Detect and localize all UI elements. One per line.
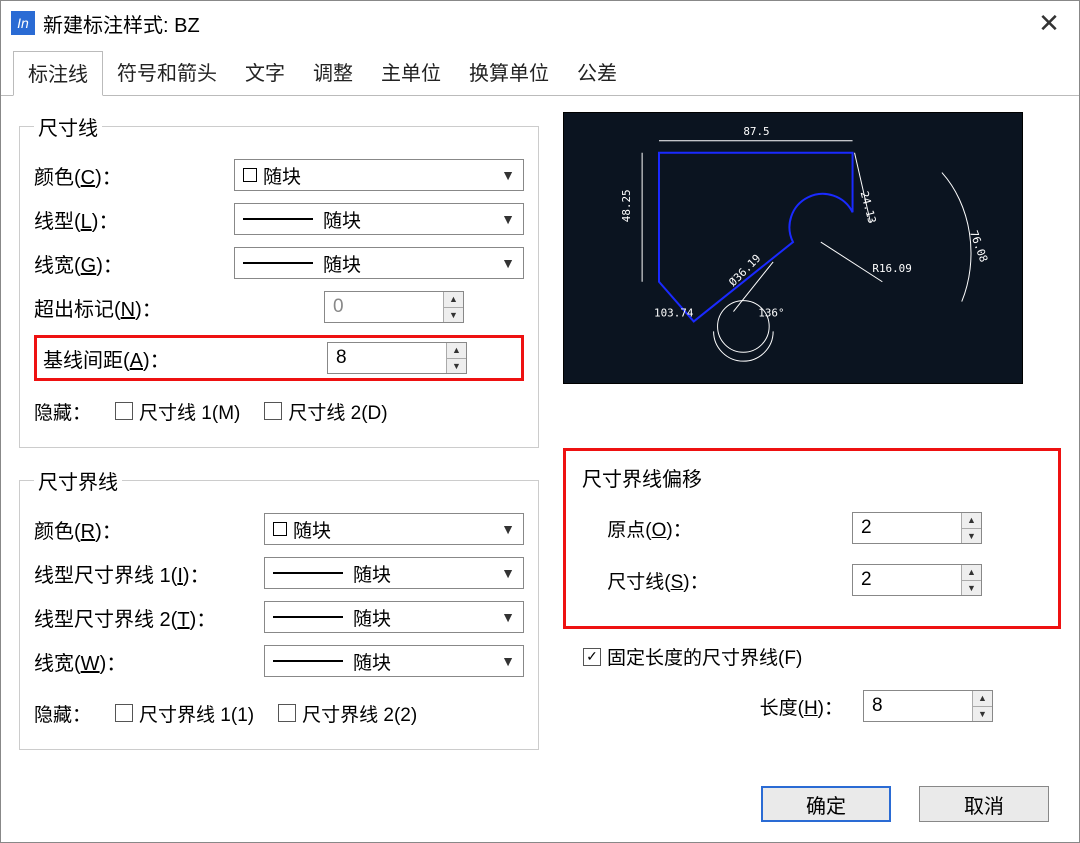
fixed-length-label: 长度(H)： [583,693,863,720]
offset-dimline-spinner[interactable]: 2 ▲▼ [852,564,982,596]
tab-primary-units[interactable]: 主单位 [367,51,455,95]
svg-text:R16.09: R16.09 [872,262,911,275]
line-sample-icon [273,660,343,662]
ext-color-combo[interactable]: 随块 ▼ [264,513,524,545]
chevron-down-icon: ▼ [501,521,515,537]
tab-tolerance[interactable]: 公差 [563,51,631,95]
checkbox-checked-icon: ✓ [583,648,601,666]
tab-symbols[interactable]: 符号和箭头 [103,51,231,95]
extend-ticks-label: 超出标记(N)： [34,293,324,322]
dimension-line-legend: 尺寸线 [34,112,102,141]
spinner-arrows[interactable]: ▲▼ [446,343,466,373]
content-area: 尺寸线 颜色(C)： 随块 ▼ 线型(L)： [1,96,1079,768]
ext-lt1-label: 线型尺寸界线 1(I)： [34,559,264,588]
spinner-arrows[interactable]: ▲▼ [443,292,463,322]
svg-text:87.5: 87.5 [743,125,769,138]
baseline-spacing-label: 基线间距(A)： [43,344,327,373]
tab-lines[interactable]: 标注线 [13,51,103,96]
extension-line-legend: 尺寸界线 [34,466,122,495]
linetype-label: 线型(L)： [34,205,234,234]
tab-strip: 标注线 符号和箭头 文字 调整 主单位 换算单位 公差 [1,51,1079,96]
extension-offset-group: 尺寸界线偏移 原点(O)： 2 ▲▼ [563,448,1061,629]
tab-text[interactable]: 文字 [231,51,299,95]
hide-extline1-checkbox[interactable]: 尺寸界线 1(1) [115,700,254,727]
chevron-down-icon: ▼ [501,653,515,669]
extension-line-group: 尺寸界线 颜色(R)： 随块 ▼ 线型尺寸界线 1(I)： [19,466,539,750]
spinner-arrows[interactable]: ▲▼ [961,565,981,595]
hide-dimline1-checkbox[interactable]: 尺寸线 1(M) [115,398,240,425]
lineweight-label: 线宽(G)： [34,249,234,278]
svg-text:24.13: 24.13 [858,190,879,225]
svg-text:48.25: 48.25 [620,189,633,222]
spinner-arrows[interactable]: ▲▼ [961,513,981,543]
ext-lw-combo[interactable]: 随块 ▼ [264,645,524,677]
dialog-window: In 新建标注样式: BZ ✕ 标注线 符号和箭头 文字 调整 主单位 换算单位… [0,0,1080,843]
chevron-down-icon: ▼ [501,211,515,227]
ext-lt2-combo[interactable]: 随块 ▼ [264,601,524,633]
ext-lt2-label: 线型尺寸界线 2(T)： [34,603,264,632]
dialog-title: 新建标注样式: BZ [43,9,200,38]
fixed-length-spinner[interactable]: 8 ▲▼ [863,690,993,722]
tab-alt-units[interactable]: 换算单位 [455,51,563,95]
hide-dimline2-checkbox[interactable]: 尺寸线 2(D) [264,398,387,425]
chevron-down-icon: ▼ [501,255,515,271]
close-icon[interactable]: ✕ [1029,3,1069,43]
line-sample-icon [273,572,343,574]
preview-pane: 87.5 48.25 24.13 R16.09 Ø36.19 136° 103.… [563,112,1023,384]
spinner-arrows[interactable]: ▲▼ [972,691,992,721]
ok-button[interactable]: 确定 [761,786,891,822]
hide-extline2-checkbox[interactable]: 尺寸界线 2(2) [278,700,417,727]
app-icon: In [11,11,35,35]
ext-color-label: 颜色(R)： [34,515,264,544]
svg-text:103.74: 103.74 [654,306,694,319]
lineweight-combo[interactable]: 随块 ▼ [234,247,524,279]
hide-label: 隐藏： [34,398,91,425]
ext-lt1-combo[interactable]: 随块 ▼ [264,557,524,589]
color-label: 颜色(C)： [34,161,234,190]
titlebar: In 新建标注样式: BZ ✕ [1,1,1079,45]
svg-text:136°: 136° [758,306,784,319]
linetype-combo[interactable]: 随块 ▼ [234,203,524,235]
offset-origin-spinner[interactable]: 2 ▲▼ [852,512,982,544]
cancel-button[interactable]: 取消 [919,786,1049,822]
baseline-spacing-spinner[interactable]: 8 ▲▼ [327,342,467,374]
line-sample-icon [243,262,313,264]
extend-ticks-spinner[interactable]: 0 ▲▼ [324,291,464,323]
tab-fit[interactable]: 调整 [299,51,367,95]
chevron-down-icon: ▼ [501,565,515,581]
offset-origin-label: 原点(O)： [582,515,852,542]
dimension-line-group: 尺寸线 颜色(C)： 随块 ▼ 线型(L)： [19,112,539,448]
chevron-down-icon: ▼ [501,167,515,183]
fixed-length-checkbox[interactable]: ✓ 固定长度的尺寸界线(F) [583,643,1061,670]
chevron-down-icon: ▼ [501,609,515,625]
dialog-buttons: 确定 取消 [761,786,1049,822]
baseline-spacing-row: 基线间距(A)： 8 ▲▼ [34,335,524,381]
line-sample-icon [243,218,313,220]
offset-dimline-label: 尺寸线(S)： [582,567,852,594]
color-combo[interactable]: 随块 ▼ [234,159,524,191]
color-swatch-icon [273,522,287,536]
ext-lw-label: 线宽(W)： [34,647,264,676]
ext-hide-label: 隐藏： [34,700,91,727]
extension-offset-legend: 尺寸界线偏移 [582,463,1042,492]
line-sample-icon [273,616,343,618]
color-swatch-icon [243,168,257,182]
